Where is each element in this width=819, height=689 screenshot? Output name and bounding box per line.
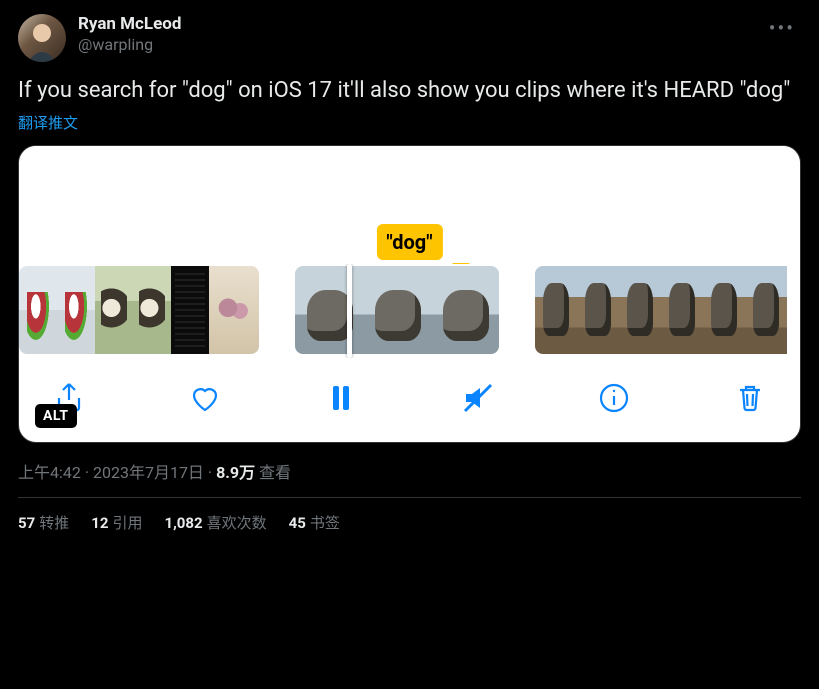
tweet-meta: 上午4:42 · 2023年7月17日 · 8.9万 查看: [18, 459, 801, 483]
views-count: 8.9万: [216, 463, 255, 482]
thumbnail[interactable]: [363, 266, 431, 354]
clip-group-1[interactable]: [19, 266, 259, 354]
thumbnail[interactable]: [431, 266, 499, 354]
tweet-header: Ryan McLeod @warpling •••: [18, 14, 801, 62]
author-display-name[interactable]: Ryan McLeod: [78, 14, 181, 35]
thumbnail[interactable]: [95, 266, 133, 354]
playhead[interactable]: [347, 264, 352, 358]
avatar[interactable]: [18, 14, 66, 62]
media-top-area: "dog": [19, 146, 800, 264]
tweet-text: If you search for "dog" on iOS 17 it'll …: [18, 76, 801, 106]
video-timeline[interactable]: [19, 264, 800, 358]
thumbnail[interactable]: [535, 266, 577, 354]
trash-icon[interactable]: [728, 376, 772, 420]
bookmarks-stat[interactable]: 45书签: [289, 512, 340, 533]
tweet-time[interactable]: 上午4:42: [18, 463, 81, 482]
tweet-date[interactable]: 2023年7月17日: [93, 463, 204, 482]
clip-group-3[interactable]: [535, 266, 787, 354]
thumbnail[interactable]: [577, 266, 619, 354]
thumbnail[interactable]: [619, 266, 661, 354]
author-handle[interactable]: @warpling: [78, 35, 181, 55]
tweet-container: Ryan McLeod @warpling ••• If you search …: [0, 0, 819, 543]
translate-link[interactable]: 翻译推文: [18, 112, 801, 133]
thumbnail[interactable]: [57, 266, 95, 354]
thumbnail[interactable]: [745, 266, 787, 354]
thumbnail[interactable]: [209, 266, 259, 354]
thumbnail[interactable]: [171, 266, 209, 354]
author-block: Ryan McLeod @warpling: [78, 14, 181, 55]
alt-badge[interactable]: ALT: [35, 404, 77, 428]
mute-icon[interactable]: [456, 376, 500, 420]
clip-group-2[interactable]: [295, 266, 499, 354]
thumbnail[interactable]: [661, 266, 703, 354]
thumbnail[interactable]: [133, 266, 171, 354]
media-controls: [19, 358, 800, 442]
views-label: 查看: [255, 463, 291, 482]
tweet-stats: 57转推 12引用 1,082喜欢次数 45书签: [18, 512, 801, 533]
more-button[interactable]: •••: [763, 14, 801, 42]
quotes-stat[interactable]: 12引用: [91, 512, 142, 533]
divider: [18, 497, 801, 498]
likes-stat[interactable]: 1,082喜欢次数: [164, 512, 266, 533]
thumbnail[interactable]: [295, 266, 363, 354]
media-card[interactable]: "dog": [18, 145, 801, 443]
thumbnail[interactable]: [703, 266, 745, 354]
info-icon[interactable]: [592, 376, 636, 420]
heart-icon[interactable]: [183, 376, 227, 420]
retweets-stat[interactable]: 57转推: [18, 512, 69, 533]
pause-icon[interactable]: [319, 376, 363, 420]
thumbnail[interactable]: [19, 266, 57, 354]
search-term-label: "dog": [376, 224, 442, 260]
